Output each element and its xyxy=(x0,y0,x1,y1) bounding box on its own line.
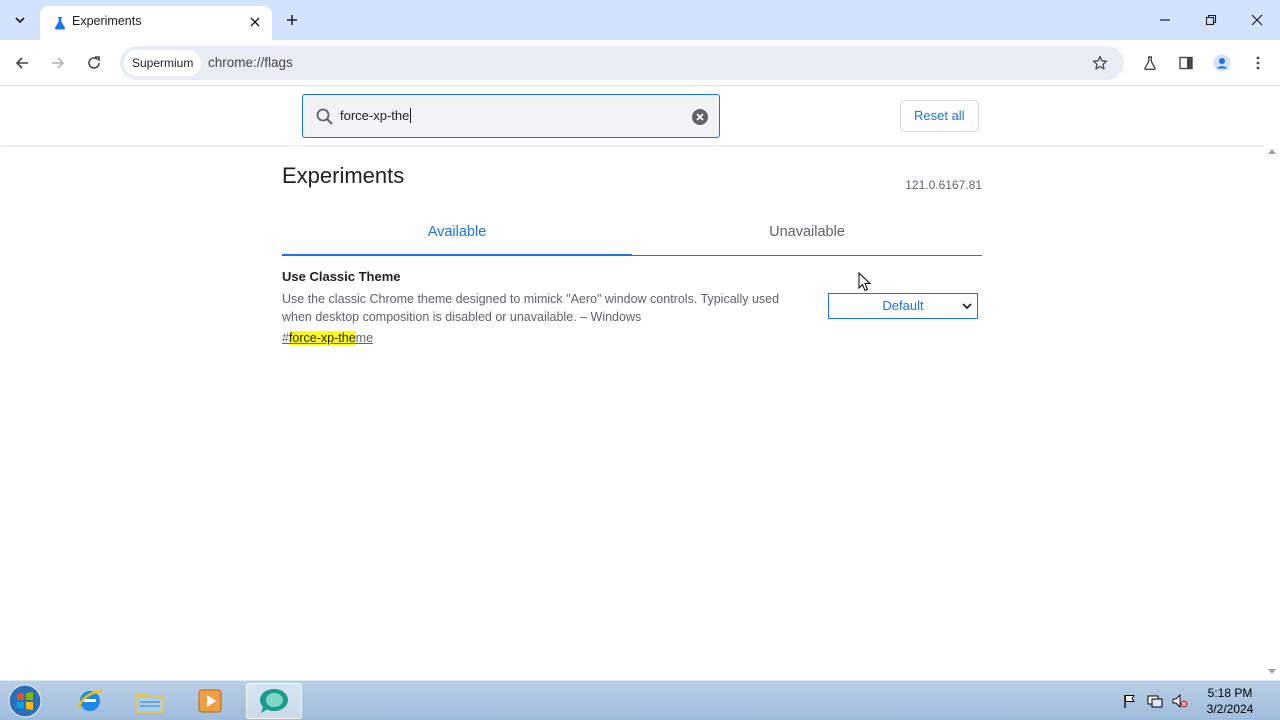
reload-button[interactable] xyxy=(82,51,106,75)
windows-logo-icon xyxy=(8,684,42,718)
menu-button[interactable] xyxy=(1246,51,1270,75)
scroll-down-icon[interactable] xyxy=(1268,669,1276,675)
file-explorer-icon xyxy=(136,693,164,713)
restore-button[interactable] xyxy=(1199,8,1223,32)
reset-all-button[interactable]: Reset all xyxy=(900,100,979,132)
page-title: Experiments xyxy=(282,163,405,188)
taskbar-app-explorer[interactable] xyxy=(122,683,178,719)
version-label: 121.0.6167.81 xyxy=(905,178,982,192)
page-scrollbar[interactable] xyxy=(1264,145,1280,680)
url-text[interactable]: chrome://flags xyxy=(208,55,293,70)
forward-button[interactable] xyxy=(46,51,70,75)
chevron-down-icon xyxy=(962,303,972,310)
search-icon xyxy=(316,108,333,125)
clock-time: 5:18 PM xyxy=(1207,686,1253,700)
flag-link-highlight: force-xp-the xyxy=(288,331,356,345)
flag-name: Use Classic Theme xyxy=(282,269,401,284)
search-field[interactable]: force-xp-the xyxy=(302,94,720,138)
plus-icon xyxy=(287,15,297,25)
flag-link-prefix: # xyxy=(282,331,289,345)
taskbar-app-media[interactable] xyxy=(182,683,238,719)
taskbar: 5:18 PM 3/2/2024 xyxy=(0,680,1280,720)
new-tab-button[interactable] xyxy=(282,10,302,30)
reload-icon xyxy=(88,56,100,69)
flag-link-rest: me xyxy=(355,331,374,345)
restore-icon xyxy=(1205,14,1217,26)
address-bar[interactable]: Supermium chrome://flags xyxy=(120,46,1124,80)
tab-available[interactable]: Available xyxy=(282,215,632,256)
scroll-up-icon[interactable] xyxy=(1268,148,1276,154)
volume-muted-icon[interactable] xyxy=(1172,693,1188,709)
clear-search-icon[interactable] xyxy=(691,108,709,126)
browser-toolbar: Supermium chrome://flags xyxy=(0,40,1280,86)
flag-state-select[interactable]: Default xyxy=(828,293,978,319)
bookmark-button[interactable] xyxy=(1088,51,1112,75)
tab-search-button[interactable] xyxy=(8,8,32,32)
minimize-icon xyxy=(1160,19,1170,21)
minimize-button[interactable] xyxy=(1153,8,1177,32)
close-window-button[interactable] xyxy=(1245,8,1269,32)
flags-header: force-xp-the Reset all xyxy=(0,87,1280,145)
star-icon xyxy=(1092,55,1108,70)
flask-icon xyxy=(54,17,66,30)
internet-explorer-icon xyxy=(77,690,103,711)
tab-strip: Experiments xyxy=(0,0,1280,40)
action-center-flag-icon[interactable] xyxy=(1122,693,1138,709)
back-button[interactable] xyxy=(10,51,34,75)
side-panel-button[interactable] xyxy=(1174,51,1198,75)
taskbar-app-supermium[interactable] xyxy=(246,683,302,719)
start-button[interactable] xyxy=(6,683,44,719)
supermium-icon xyxy=(260,689,288,713)
flag-select-value: Default xyxy=(882,298,924,313)
close-icon xyxy=(1251,14,1263,26)
more-vert-icon xyxy=(1256,56,1260,70)
avatar-icon xyxy=(1213,54,1231,72)
labs-button[interactable] xyxy=(1138,51,1162,75)
site-chip[interactable]: Supermium xyxy=(124,50,202,76)
network-icon[interactable] xyxy=(1147,693,1163,709)
media-player-icon xyxy=(198,689,222,713)
system-clock[interactable]: 5:18 PM 3/2/2024 xyxy=(1200,685,1260,717)
tab-unavailable[interactable]: Unavailable xyxy=(632,215,982,255)
chevron-down-icon xyxy=(15,17,25,24)
taskbar-app-ie[interactable] xyxy=(62,683,118,719)
flag-permalink[interactable]: #force-xp-theme xyxy=(282,331,373,345)
search-input[interactable]: force-xp-the xyxy=(340,108,411,123)
flask-icon xyxy=(1144,56,1156,70)
side-panel-icon xyxy=(1179,56,1193,70)
close-icon xyxy=(250,17,260,27)
profile-button[interactable] xyxy=(1210,51,1234,75)
arrow-right-icon xyxy=(52,57,65,69)
tab-close-button[interactable] xyxy=(246,13,264,31)
tab-title: Experiments xyxy=(72,14,142,28)
browser-tab[interactable]: Experiments xyxy=(40,6,272,40)
flag-description: Use the classic Chrome theme designed to… xyxy=(282,292,780,324)
flags-tabs: Available Unavailable xyxy=(282,215,982,256)
mouse-cursor-icon xyxy=(858,272,872,292)
clock-date: 3/2/2024 xyxy=(1206,702,1254,716)
arrow-left-icon xyxy=(15,57,28,69)
